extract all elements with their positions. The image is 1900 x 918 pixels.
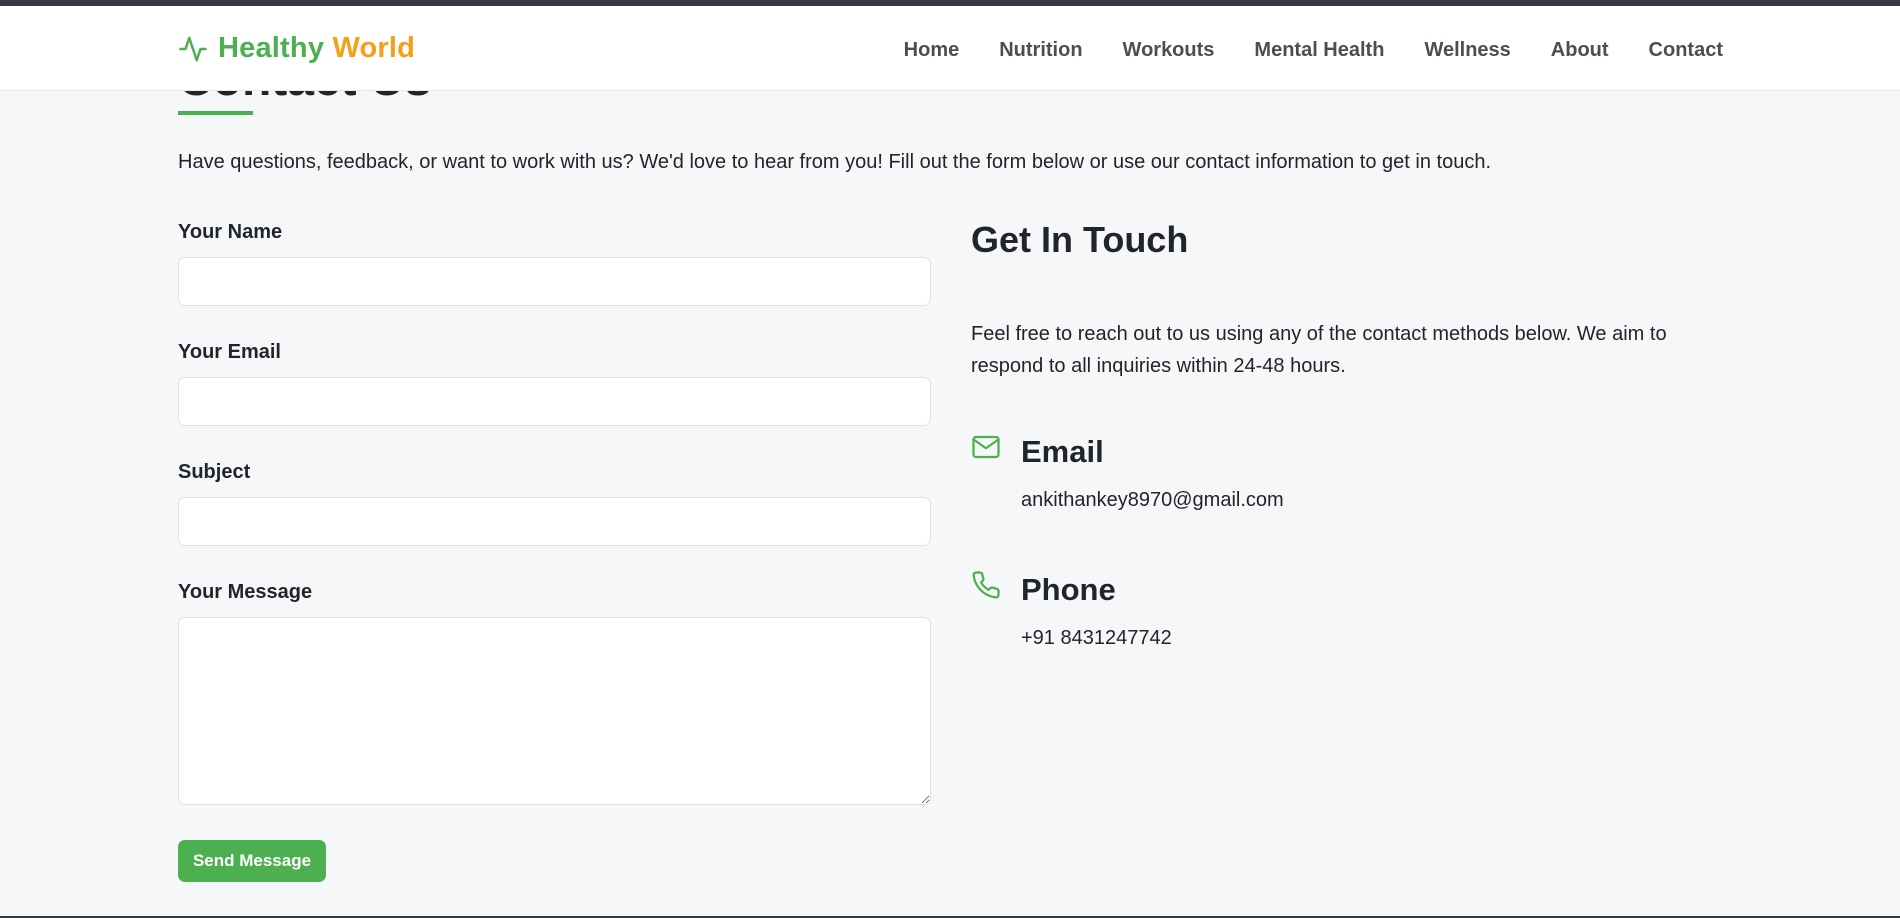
- subject-input[interactable]: [178, 497, 931, 546]
- phone-number[interactable]: +91 8431247742: [1021, 626, 1172, 650]
- subject-label: Subject: [178, 461, 251, 483]
- name-label: Your Name: [178, 221, 283, 243]
- envelope-icon: [971, 432, 1001, 462]
- send-message-button[interactable]: Send Message: [178, 840, 326, 882]
- brand-logo[interactable]: Healthy World: [178, 32, 415, 65]
- message-label: Your Message: [178, 581, 313, 603]
- page-intro: Have questions, feedback, or want to wor…: [178, 151, 1491, 173]
- phone-title: Phone: [1021, 572, 1116, 607]
- nav-link-nutrition[interactable]: Nutrition: [999, 36, 1082, 64]
- nav-link-home[interactable]: Home: [904, 36, 960, 64]
- nav-link-wellness[interactable]: Wellness: [1424, 36, 1510, 64]
- email-title: Email: [1021, 434, 1104, 469]
- get-in-touch-title: Get In Touch: [971, 219, 1189, 260]
- message-textarea[interactable]: [178, 617, 931, 805]
- email-label: Your Email: [178, 341, 281, 363]
- email-input[interactable]: [178, 377, 931, 426]
- brand-word-world: World: [332, 32, 416, 64]
- brand-name: Healthy World: [218, 32, 415, 65]
- nav-link-mental-health[interactable]: Mental Health: [1254, 36, 1384, 64]
- contact-form: Your Name Your Email Subject Your Messag…: [178, 220, 931, 805]
- get-in-touch-description: Feel free to reach out to us using any o…: [971, 323, 1667, 377]
- phone-icon: [971, 570, 1001, 600]
- brand-word-healthy: Healthy: [218, 32, 325, 64]
- name-input[interactable]: [178, 257, 931, 306]
- main-nav: Home Nutrition Workouts Mental Health We…: [904, 36, 1723, 64]
- email-address[interactable]: ankithankey8970@gmail.com: [1021, 488, 1284, 512]
- nav-link-workouts[interactable]: Workouts: [1123, 36, 1215, 64]
- nav-link-about[interactable]: About: [1551, 36, 1609, 64]
- contact-info-section: Get In Touch Feel free to reach out to u…: [971, 214, 1691, 649]
- pulse-icon: [178, 34, 208, 64]
- nav-link-contact[interactable]: Contact: [1649, 36, 1723, 64]
- navbar: Healthy World Home Nutrition Workouts Me…: [0, 6, 1900, 91]
